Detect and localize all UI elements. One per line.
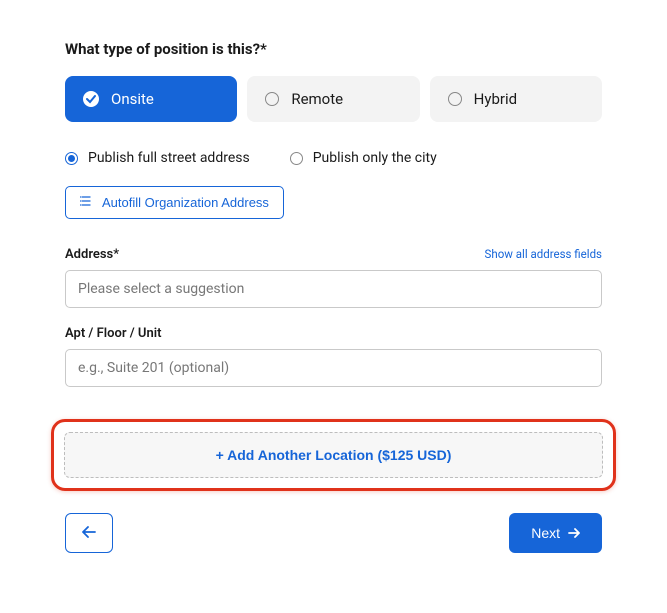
arrow-left-icon xyxy=(82,526,96,541)
radio-selected-icon xyxy=(65,152,78,165)
position-type-hybrid[interactable]: Hybrid xyxy=(430,76,602,122)
show-all-fields-link[interactable]: Show all address fields xyxy=(485,247,602,261)
position-type-remote[interactable]: Remote xyxy=(247,76,419,122)
apt-label: Apt / Floor / Unit xyxy=(65,326,161,341)
position-type-question: What type of position is this?* xyxy=(65,40,602,58)
radio-icon xyxy=(265,92,279,106)
address-label: Address* xyxy=(65,247,119,262)
publish-label: Publish full street address xyxy=(88,150,250,166)
publish-city-only[interactable]: Publish only the city xyxy=(290,150,437,166)
back-button[interactable] xyxy=(65,513,113,553)
position-type-label: Onsite xyxy=(111,90,154,108)
publish-full-address[interactable]: Publish full street address xyxy=(65,150,250,166)
arrow-right-icon xyxy=(568,525,580,541)
apt-input[interactable] xyxy=(65,349,602,387)
add-location-button[interactable]: + Add Another Location ($125 USD) xyxy=(64,432,603,478)
list-icon xyxy=(80,195,92,210)
radio-icon xyxy=(448,92,462,106)
autofill-label: Autofill Organization Address xyxy=(102,195,269,210)
apt-field-group: Apt / Floor / Unit xyxy=(65,326,602,387)
publish-options: Publish full street address Publish only… xyxy=(65,150,602,166)
address-field-group: Address* Show all address fields xyxy=(65,247,602,308)
position-type-label: Hybrid xyxy=(474,90,517,108)
position-type-onsite[interactable]: Onsite xyxy=(65,76,237,122)
add-location-highlight: + Add Another Location ($125 USD) xyxy=(51,419,616,491)
position-type-group: Onsite Remote Hybrid xyxy=(65,76,602,122)
radio-icon xyxy=(290,152,303,165)
next-label: Next xyxy=(531,525,560,541)
nav-row: Next xyxy=(65,513,602,553)
next-button[interactable]: Next xyxy=(509,513,602,553)
autofill-address-button[interactable]: Autofill Organization Address xyxy=(65,186,284,219)
publish-label: Publish only the city xyxy=(313,150,437,166)
position-type-label: Remote xyxy=(291,90,343,108)
check-circle-icon xyxy=(83,91,99,107)
address-input[interactable] xyxy=(65,270,602,308)
